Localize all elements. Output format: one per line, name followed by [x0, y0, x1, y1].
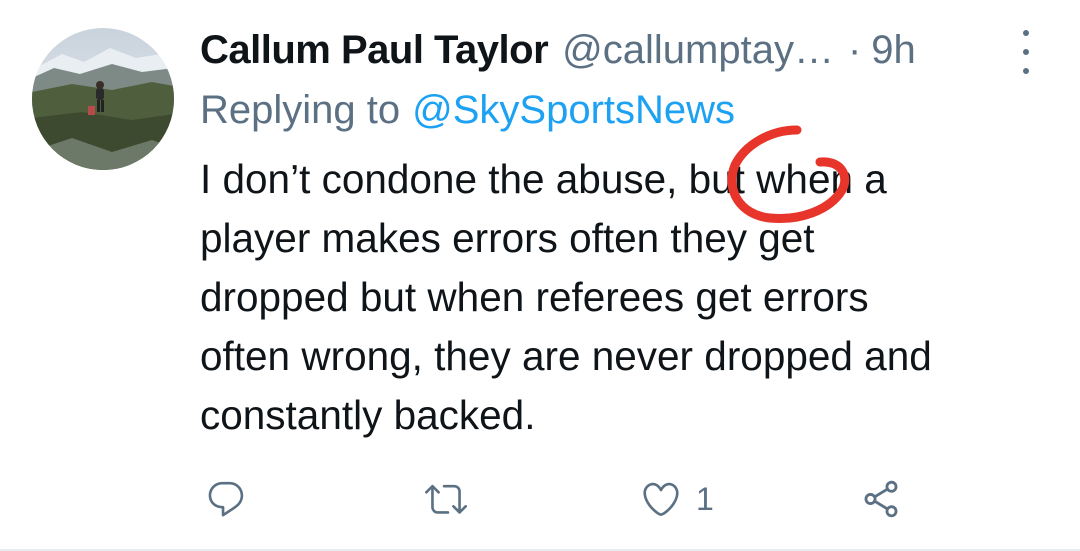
like-count: 1	[696, 480, 714, 517]
tweet-text-line: I don’t condone the abuse, but when a	[200, 156, 887, 202]
author-name[interactable]: Callum Paul Taylor	[200, 28, 549, 73]
tweet-text-line: often wrong, they are never dropped and	[200, 333, 932, 379]
tweet-text-line: constantly backed.	[200, 392, 536, 438]
retweet-button[interactable]	[425, 474, 467, 524]
tweet-card[interactable]: Callum Paul Taylor @callumptay… · 9h Rep…	[0, 0, 1080, 551]
more-options-icon[interactable]	[1012, 30, 1040, 74]
avatar[interactable]	[32, 28, 174, 170]
tweet-text-line: player makes errors often they get	[200, 215, 815, 261]
share-icon	[864, 480, 898, 518]
replying-to-label: Replying to	[200, 87, 401, 132]
retweet-icon	[425, 484, 467, 514]
author-handle[interactable]: @callumptay…	[562, 28, 834, 73]
tweet-text-line: dropped but when referees get errors	[200, 274, 869, 320]
like-button[interactable]: 1	[640, 474, 714, 524]
share-button[interactable]	[860, 474, 902, 524]
tweet-text: I don’t condone the abuse, but when a pl…	[200, 150, 1060, 445]
separator-dot: ·	[847, 27, 862, 72]
action-bar: 1	[0, 474, 1080, 524]
comment-icon	[208, 481, 244, 517]
reply-button[interactable]	[205, 474, 247, 524]
replying-to-link[interactable]: @SkySportsNews	[412, 88, 735, 133]
heart-icon	[643, 482, 679, 516]
avatar-photo	[32, 28, 174, 170]
tweet-header: Callum Paul Taylor @callumptay… · 9h	[200, 22, 916, 78]
replying-to: Replying to @SkySportsNews	[200, 82, 735, 138]
timestamp[interactable]: 9h	[871, 28, 916, 73]
